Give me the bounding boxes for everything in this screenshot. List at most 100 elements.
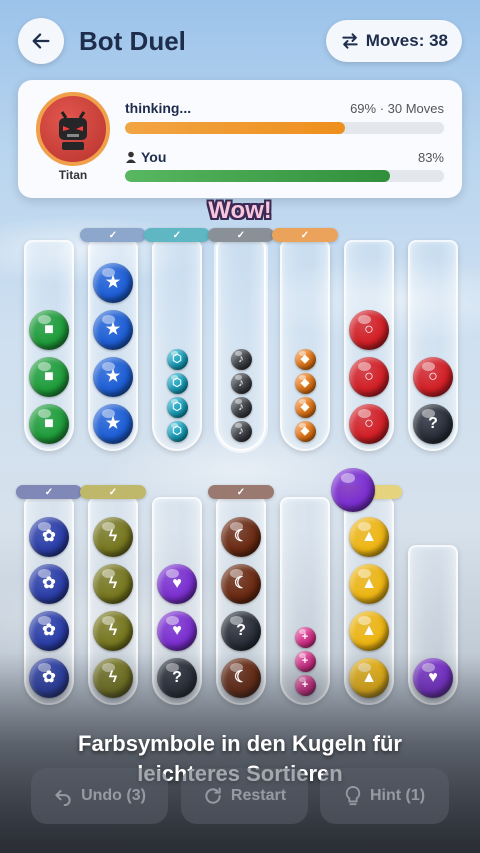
ball-symbol: ⬡	[172, 400, 182, 413]
lifted-purple-ball[interactable]	[331, 468, 375, 512]
gray-ball: ♪	[230, 348, 252, 370]
ball-symbol: ☾	[233, 575, 249, 592]
undo-icon	[55, 790, 71, 806]
player-label: You	[125, 149, 166, 165]
blue-ball: ★	[93, 263, 133, 303]
cyan-ball: ⬡	[166, 372, 188, 394]
cyan-ball: ⬡	[166, 396, 188, 418]
black-ball: ?	[221, 611, 261, 651]
ball-symbol: ▲	[361, 622, 377, 639]
brown-ball: ☾	[221, 564, 261, 604]
completed-cap-check-icon: ✓	[80, 228, 146, 242]
ball-symbol: ■	[44, 415, 54, 432]
ball-symbol: ◆	[300, 400, 310, 413]
olive-ball: ϟ	[93, 564, 133, 604]
moves-counter: Moves: 38	[325, 20, 462, 62]
ball-symbol: ✿	[42, 528, 56, 545]
ball-symbol: ⬡	[172, 376, 182, 389]
black-ball: ?	[157, 658, 197, 698]
yellow-ball: ▲	[349, 517, 389, 557]
completed-cap-check-icon: ✓	[16, 485, 82, 499]
ball-symbol: ♪	[238, 400, 244, 413]
ball-symbol: ■	[44, 321, 54, 338]
bot-progress-bar	[125, 122, 444, 134]
orange-ball: ◆	[294, 396, 316, 418]
celebration-text: Wow!	[208, 197, 272, 224]
navy-ball: ✿	[29, 611, 69, 651]
back-button[interactable]	[18, 18, 64, 64]
completed-cap-check-icon: ✓	[208, 485, 274, 499]
ball-symbol: ?	[172, 669, 182, 686]
undo-label: Undo (3)	[81, 787, 146, 804]
ball-symbol: ✿	[42, 669, 56, 686]
black-ball: ?	[413, 404, 453, 444]
restart-icon	[205, 787, 221, 804]
olive-ball: ϟ	[93, 658, 133, 698]
lightbulb-icon	[345, 786, 361, 806]
gray-ball: ♪	[230, 420, 252, 442]
red-ball: ○	[349, 310, 389, 350]
ball-symbol: ◆	[300, 376, 310, 389]
player-label-text: You	[141, 149, 167, 165]
hint-button[interactable]: Hint (1)	[320, 768, 449, 824]
ball-symbol: ϟ	[108, 528, 118, 545]
red-ball: ○	[349, 357, 389, 397]
bottom-tube-5[interactable]	[280, 497, 330, 705]
arrow-left-icon	[32, 33, 50, 49]
moves-label: Moves: 38	[365, 31, 448, 50]
ball-symbol: ★	[105, 321, 121, 338]
green-ball: ■	[29, 357, 69, 397]
ball-symbol: ○	[364, 415, 374, 432]
ball-symbol: ?	[236, 622, 246, 639]
undo-button[interactable]: Undo (3)	[31, 768, 168, 824]
ball-symbol: ϟ	[108, 669, 118, 686]
hint-label: Hint (1)	[369, 787, 426, 804]
player-progress-fill	[125, 170, 390, 182]
ball-symbol: ♥	[428, 669, 438, 686]
caption-line-1: Farbsymbole in den Kugeln für	[78, 731, 402, 756]
ball-symbol: ▲	[361, 528, 377, 545]
ball-symbol: ♪	[238, 352, 244, 365]
bot-stats: 69% · 30 Moves	[350, 101, 444, 116]
bot-status: thinking...	[125, 100, 191, 116]
green-ball: ■	[29, 404, 69, 444]
completed-cap-check-icon: ✓	[208, 228, 274, 242]
yellow-ball: ▲	[349, 564, 389, 604]
purple-ball: ♥	[157, 611, 197, 651]
orange-ball: ◆	[294, 372, 316, 394]
top-tube-4[interactable]	[216, 240, 266, 451]
bot-status-text: thinking...	[125, 100, 192, 116]
red-ball: ○	[349, 404, 389, 444]
ball-symbol: ◆	[300, 352, 310, 365]
brown-ball: ☾	[221, 517, 261, 557]
restart-label: Restart	[230, 787, 287, 804]
ball-symbol: ▲	[361, 575, 377, 592]
green-ball: ■	[29, 310, 69, 350]
ball-symbol: ♪	[238, 424, 244, 437]
navy-ball: ✿	[29, 564, 69, 604]
orange-ball: ◆	[294, 420, 316, 442]
bot-name: Titan	[58, 168, 88, 182]
top-tube-5[interactable]	[280, 240, 330, 451]
ball-symbol: ★	[105, 415, 121, 432]
top-tube-3[interactable]	[152, 240, 202, 451]
yellow-ball: ▲	[349, 658, 389, 698]
ball-symbol: ◆	[300, 424, 310, 437]
olive-ball: ϟ	[93, 517, 133, 557]
pink-ball: +	[294, 650, 316, 672]
ball-symbol: ■	[44, 368, 54, 385]
bot-avatar	[36, 92, 110, 166]
brown-ball: ☾	[221, 658, 261, 698]
ball-symbol: ♥	[172, 622, 182, 639]
ball-symbol: ☾	[233, 669, 249, 686]
user-icon	[126, 151, 136, 163]
ball-symbol: ★	[105, 274, 121, 291]
ball-symbol: ♥	[172, 575, 182, 592]
swap-arrows-icon	[342, 33, 358, 49]
red-ball: ○	[413, 357, 453, 397]
blue-ball: ★	[93, 357, 133, 397]
top-bar: Bot Duel Moves: 38	[18, 18, 462, 64]
restart-button[interactable]: Restart	[181, 768, 308, 824]
ball-symbol: ⬡	[172, 352, 182, 365]
ball-symbol: ✿	[42, 622, 56, 639]
